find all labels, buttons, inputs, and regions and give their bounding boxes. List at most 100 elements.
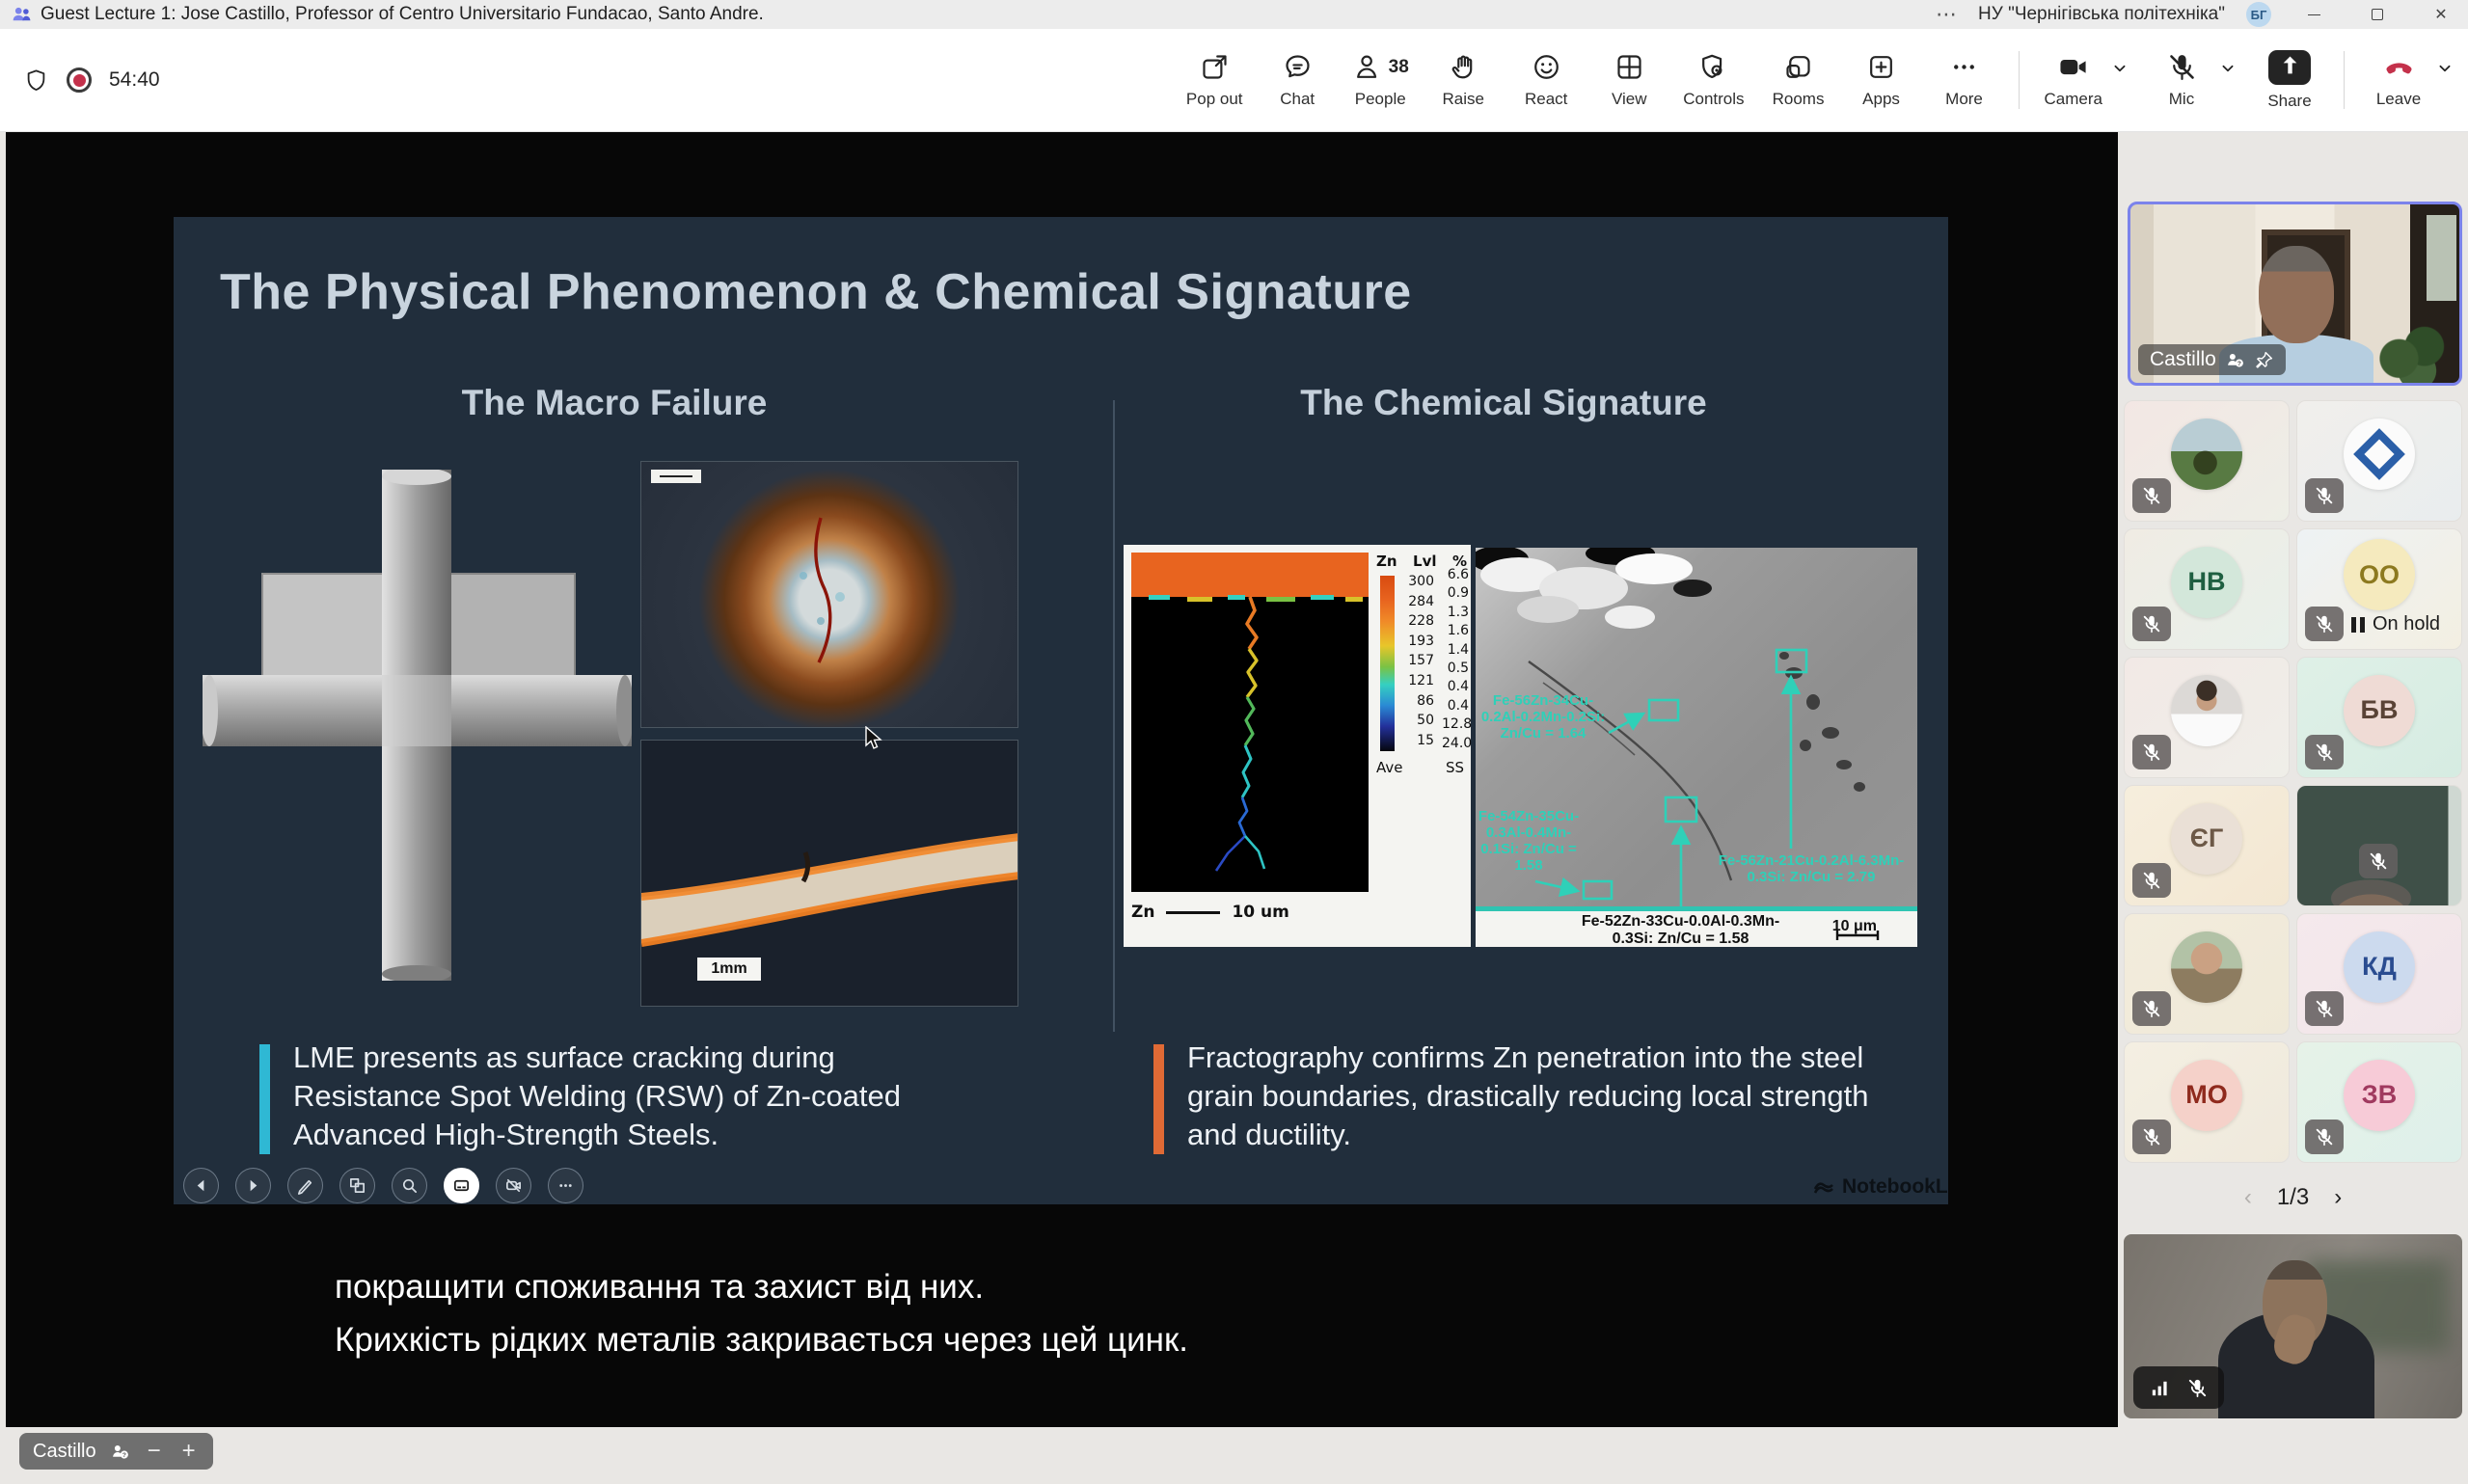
macro-caption-accent-bar <box>259 1044 270 1154</box>
participant-video-tile[interactable] <box>2296 785 2462 906</box>
eds-legend-lvl: Lvl <box>1413 553 1436 570</box>
avatar: НВ <box>2171 547 2242 618</box>
participant-tile[interactable] <box>2124 657 2290 778</box>
participant-tile[interactable] <box>2296 400 2462 522</box>
recording-indicator-icon <box>67 67 92 93</box>
apps-button[interactable]: Apps <box>1853 51 1911 109</box>
mic-muted-icon <box>2166 51 2198 83</box>
sem-annotation-c: Fe-52Zn-33Cu-0.0Al-0.3Mn-0.3Si: Zn/Cu = … <box>1567 913 1794 947</box>
presentation-slide: The Physical Phenomenon & Chemical Signa… <box>174 217 1948 1204</box>
notebooklm-icon <box>1813 1176 1834 1198</box>
avatar: ЗВ <box>2344 1060 2415 1131</box>
meeting-toolbar: 54:40 Pop out Chat 38 People Raise <box>0 29 2468 132</box>
eds-map-image <box>1131 553 1369 892</box>
participants-pager: ‹ 1/3 › <box>2124 1184 2462 1211</box>
speaker-video-tile[interactable]: Castillo ? <box>2128 202 2462 386</box>
leave-call-icon <box>2383 51 2415 83</box>
close-button[interactable]: ✕ <box>2420 0 2462 29</box>
view-button[interactable]: View <box>1600 51 1658 109</box>
shared-screen-stage: The Physical Phenomenon & Chemical Signa… <box>6 132 2118 1427</box>
pause-icon <box>2351 617 2365 633</box>
presenter-name: Castillo <box>33 1441 96 1463</box>
sem-annotation-b: Fe-54Zn-35Cu-0.3Al-0.4Mn-0.1Si: Zn/Cu =1… <box>1476 808 1582 874</box>
avatar: КД <box>2344 931 2415 1003</box>
mic-options-chevron[interactable] <box>2220 51 2236 81</box>
mic-muted-icon <box>2186 1377 2209 1399</box>
camera-options-chevron[interactable] <box>2112 51 2128 81</box>
maximize-button[interactable] <box>2356 0 2399 29</box>
people-count: 38 <box>1389 57 1409 78</box>
toolbar-divider <box>2344 51 2345 109</box>
react-icon <box>1531 51 1562 83</box>
zoom-in-button[interactable]: + <box>178 1438 200 1465</box>
subtitle-line-2: Крихкість рідких металів закривається че… <box>335 1321 1188 1360</box>
pager-next-icon[interactable]: › <box>2334 1184 2342 1211</box>
chemical-signature-heading: The Chemical Signature <box>1214 383 1793 423</box>
mic-muted-icon <box>2305 735 2344 769</box>
mic-muted-icon <box>2305 991 2344 1026</box>
controls-button[interactable]: Controls <box>1683 51 1744 109</box>
mic-muted-icon <box>2305 1120 2344 1154</box>
macro-failure-heading: The Macro Failure <box>325 383 904 423</box>
more-icon <box>1948 51 1980 83</box>
column-divider <box>1113 400 1115 1032</box>
sem-annotation-d: Fe-56Zn-21Cu-0.2Al-6.3Mn-0.3Si: Zn/Cu = … <box>1705 852 1917 885</box>
account-avatar[interactable]: БГ <box>2246 2 2271 27</box>
eds-zn-map-panel: Zn Lvl % 300284228193157121865015 6.60.9… <box>1124 545 1471 947</box>
participant-tile[interactable]: ОО On hold <box>2296 528 2462 650</box>
chat-button[interactable]: Chat <box>1268 51 1326 109</box>
zoom-icon <box>392 1168 427 1203</box>
controls-shield-icon <box>1697 51 1729 83</box>
participant-tile[interactable]: БВ <box>2296 657 2462 778</box>
leave-button[interactable]: Leave <box>2370 51 2427 109</box>
chem-caption-accent-bar <box>1153 1044 1164 1154</box>
signal-strength-icon <box>2149 1377 2171 1399</box>
share-button[interactable]: Share <box>2261 50 2319 111</box>
participant-tile[interactable]: НВ <box>2124 528 2290 650</box>
participant-tile[interactable] <box>2124 913 2290 1035</box>
mic-muted-icon <box>2359 844 2398 878</box>
raise-hand-button[interactable]: Raise <box>1434 51 1492 109</box>
shield-icon[interactable] <box>23 67 49 94</box>
toolbar-divider <box>2019 51 2020 109</box>
participant-tile[interactable]: МО <box>2124 1041 2290 1163</box>
view-icon <box>1614 51 1645 83</box>
people-button[interactable]: 38 People <box>1351 51 1409 109</box>
avatar <box>2171 418 2242 490</box>
minimize-button[interactable] <box>2292 0 2335 29</box>
apps-icon <box>1865 51 1897 83</box>
mic-muted-icon <box>2132 607 2171 641</box>
leave-options-chevron[interactable] <box>2437 51 2453 81</box>
cross-section-photo: 1mm <box>640 740 1018 1007</box>
camera-button[interactable]: Camera <box>2045 51 2102 109</box>
speaker-name: Castillo <box>2150 348 2216 371</box>
zoom-out-button[interactable]: − <box>144 1438 165 1465</box>
slide-title: The Physical Phenomenon & Chemical Signa… <box>220 263 1412 321</box>
participant-tile[interactable] <box>2124 400 2290 522</box>
eds-element-label: Zn <box>1131 903 1154 922</box>
react-button[interactable]: React <box>1517 51 1575 109</box>
mic-button[interactable]: Mic <box>2153 51 2210 109</box>
self-view-tile[interactable] <box>2124 1234 2462 1418</box>
draw-icon <box>287 1168 323 1203</box>
self-view-status <box>2133 1366 2224 1409</box>
sem-fractograph-panel: Fe-56Zn-34Cu-0.2Al-0.2Mn-0.2Si:Zn/Cu = 1… <box>1476 548 1917 947</box>
eds-scale-bar <box>1166 911 1220 914</box>
photo-scale-label: 1mm <box>697 958 761 981</box>
popout-button[interactable]: Pop out <box>1185 51 1243 109</box>
eds-scale-label: 10 um <box>1232 903 1288 922</box>
avatar <box>2344 418 2415 490</box>
eds-percent-values: 6.60.91.31.61.40.50.40.412.824.0 <box>1442 566 1469 753</box>
titlebar-overflow-icon[interactable]: ⋯ <box>1936 2 1957 27</box>
participant-tile[interactable]: КД <box>2296 913 2462 1035</box>
more-button[interactable]: More <box>1936 51 1993 109</box>
pager-prev-icon[interactable]: ‹ <box>2244 1184 2252 1211</box>
macro-caption: LME presents as surface cracking during … <box>293 1039 968 1154</box>
attendee-question-icon: ? <box>110 1442 130 1462</box>
participant-tile[interactable]: ЗВ <box>2296 1041 2462 1163</box>
mic-muted-icon <box>2132 863 2171 898</box>
participant-tile[interactable]: ЄГ <box>2124 785 2290 906</box>
share-icon <box>2268 50 2311 85</box>
rooms-button[interactable]: Rooms <box>1770 51 1828 109</box>
avatar <box>2171 675 2242 746</box>
